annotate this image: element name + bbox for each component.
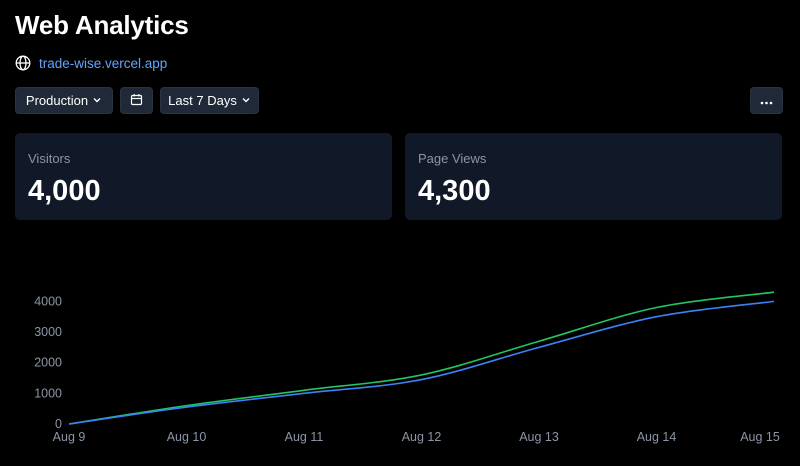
x-tick-label: Aug 12 bbox=[402, 430, 442, 444]
page-views-label: Page Views bbox=[418, 151, 487, 166]
page-views-line bbox=[68, 291, 775, 425]
web-analytics-page: Web Analytics trade-wise.vercel.app Prod… bbox=[0, 0, 800, 466]
x-tick-label: Aug 9 bbox=[53, 430, 86, 444]
more-horizontal-icon bbox=[760, 93, 773, 108]
site-link-row: trade-wise.vercel.app bbox=[15, 55, 167, 71]
page-views-value: 4,300 bbox=[418, 175, 491, 207]
visitors-label: Visitors bbox=[28, 151, 71, 166]
x-tick-label: Aug 10 bbox=[167, 430, 207, 444]
toolbar: Production Last 7 Days bbox=[15, 87, 783, 114]
y-tick-label: 4000 bbox=[34, 294, 62, 308]
y-tick-label: 1000 bbox=[34, 386, 62, 400]
x-tick-label: Aug 11 bbox=[285, 430, 324, 444]
globe-icon bbox=[15, 55, 31, 71]
x-tick-label: Aug 13 bbox=[519, 430, 559, 444]
page-title: Web Analytics bbox=[15, 10, 189, 40]
environment-label: Production bbox=[25, 93, 89, 108]
date-range-label: Last 7 Days bbox=[168, 93, 237, 108]
site-url-link[interactable]: trade-wise.vercel.app bbox=[39, 56, 167, 71]
x-tick-label: Aug 15 bbox=[740, 430, 780, 444]
x-tick-label: Aug 14 bbox=[637, 430, 677, 444]
environment-dropdown[interactable]: Production bbox=[15, 87, 113, 114]
calendar-button[interactable] bbox=[120, 87, 153, 114]
analytics-line-chart: 0 1000 2000 3000 4000 Aug 9 Aug 10 Aug 11 Aug 12… bbox=[34, 291, 780, 444]
chevron-down-icon bbox=[92, 93, 102, 108]
y-tick-label: 2000 bbox=[34, 356, 62, 370]
calendar-icon bbox=[130, 93, 143, 109]
visitors-value: 4,000 bbox=[28, 175, 101, 207]
chevron-down-icon bbox=[241, 93, 251, 108]
date-range-dropdown[interactable]: Last 7 Days bbox=[160, 87, 259, 114]
more-options-button[interactable] bbox=[750, 87, 783, 114]
visitors-line bbox=[68, 300, 775, 425]
visitors-card: Visitors 4,000 bbox=[15, 133, 392, 220]
page-views-card: Page Views 4,300 bbox=[405, 133, 782, 220]
y-tick-label: 3000 bbox=[34, 325, 62, 339]
y-tick-label: 0 bbox=[55, 417, 62, 431]
